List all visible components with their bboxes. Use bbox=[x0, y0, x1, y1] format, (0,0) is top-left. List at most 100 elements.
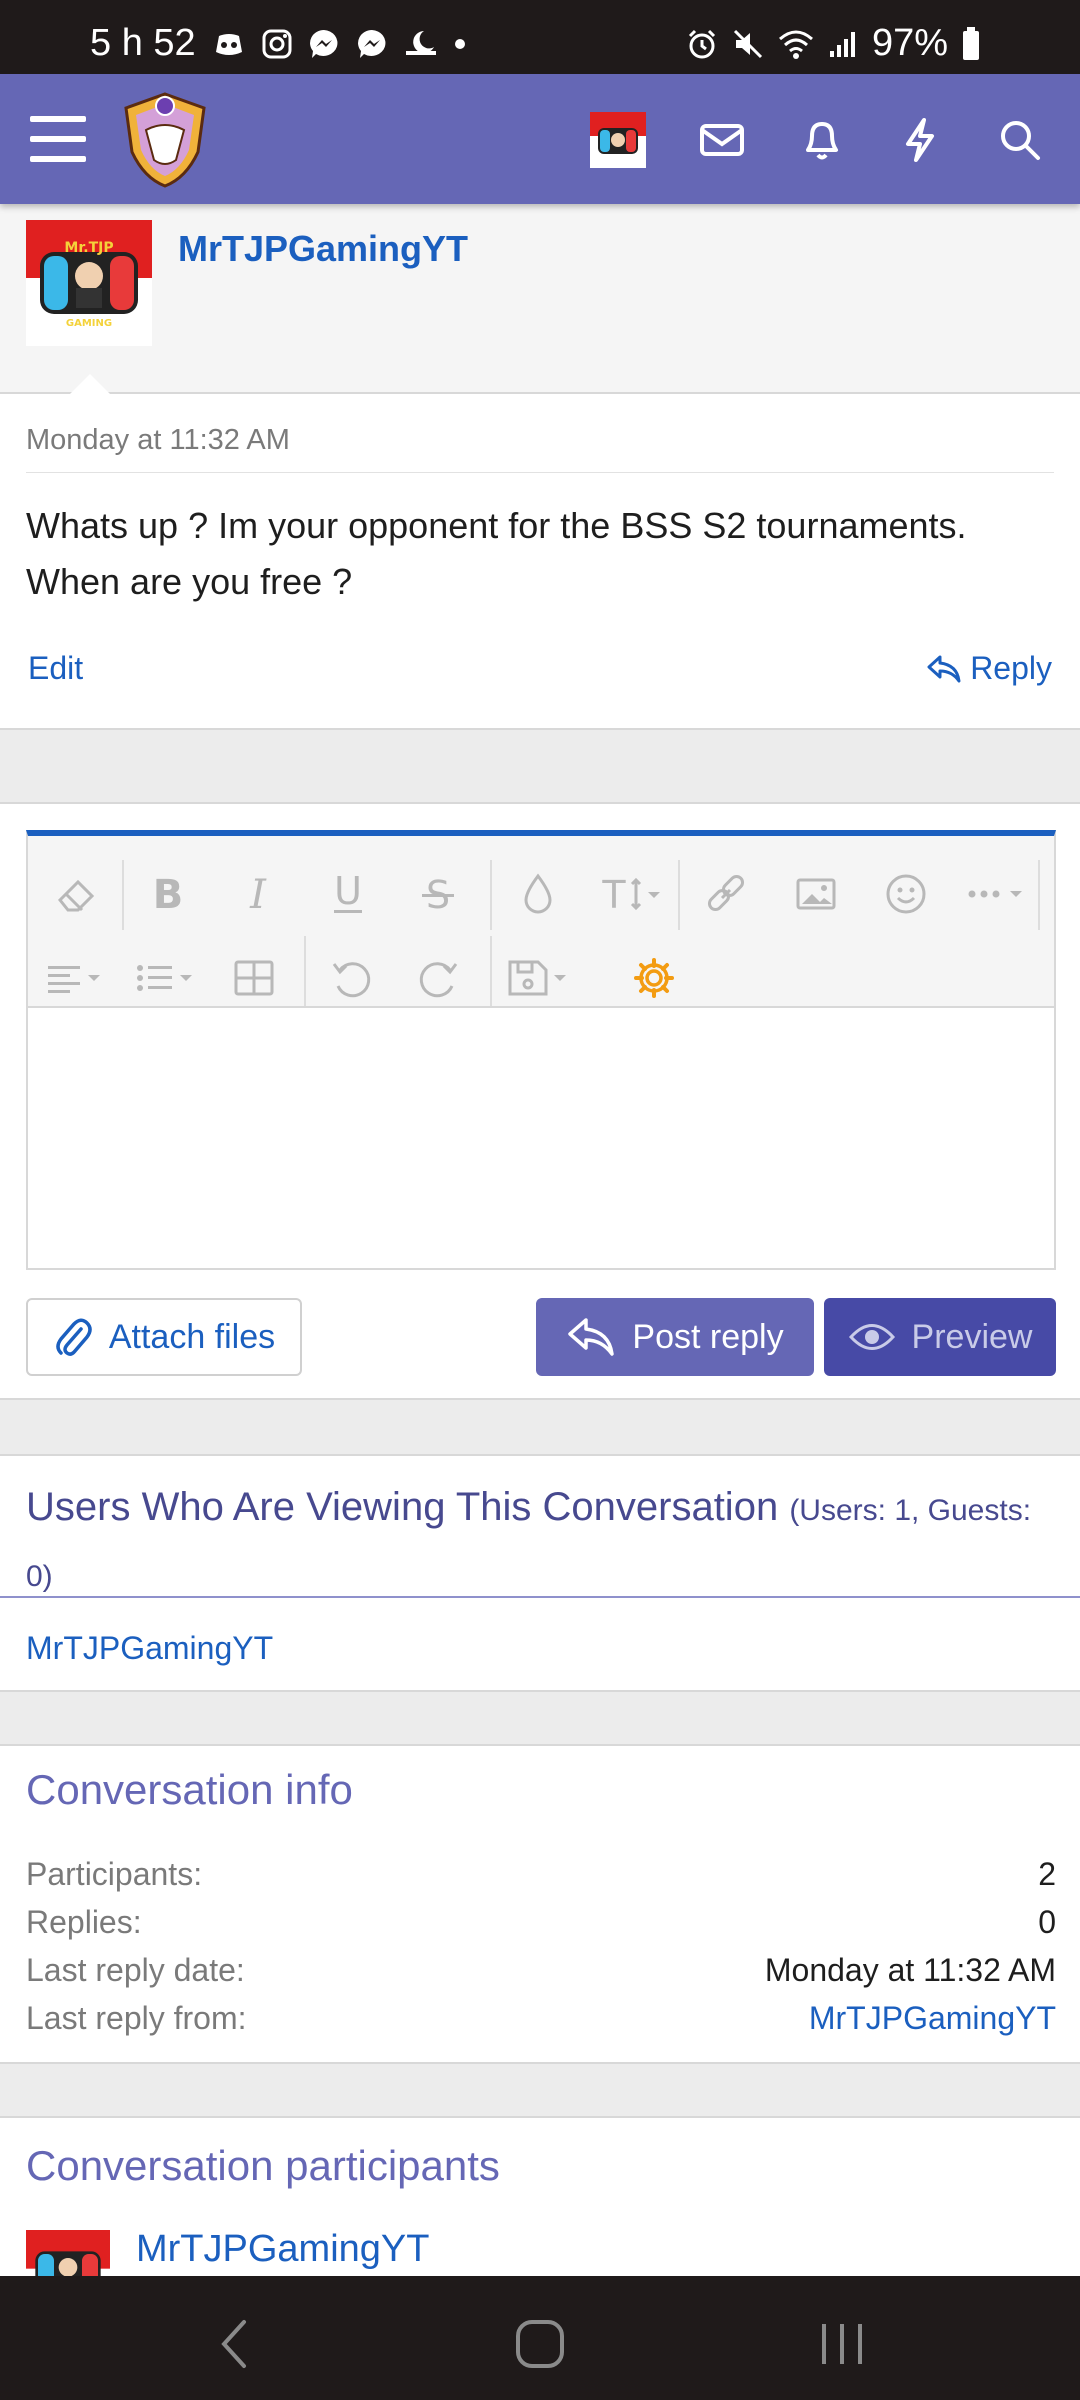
alarm-icon bbox=[688, 29, 715, 58]
text-size-icon[interactable]: T bbox=[592, 866, 672, 922]
mute-icon bbox=[733, 29, 762, 58]
divider bbox=[0, 1596, 1080, 1598]
info-key: Replies: bbox=[26, 1904, 142, 1940]
bolt-icon[interactable] bbox=[892, 112, 948, 168]
link-icon[interactable] bbox=[698, 866, 754, 922]
users-viewing-title: Users Who Are Viewing This Conversation … bbox=[26, 1476, 1056, 1608]
post-reply-button[interactable]: Post reply bbox=[536, 1298, 814, 1376]
last-reply-user-link[interactable]: MrTJPGamingYT bbox=[809, 2000, 1056, 2037]
info-value: 2 bbox=[1038, 1856, 1056, 1892]
info-key: Last reply from: bbox=[26, 2000, 247, 2036]
signal-icon bbox=[829, 31, 855, 57]
toolbar-separator bbox=[490, 860, 492, 930]
home-icon[interactable] bbox=[510, 2314, 570, 2374]
image-icon[interactable] bbox=[788, 866, 844, 922]
redo-icon[interactable] bbox=[412, 950, 468, 1006]
info-value: 0 bbox=[1038, 1904, 1056, 1940]
svg-text:Mr.TJP: Mr.TJP bbox=[64, 240, 113, 256]
underline-icon[interactable]: U bbox=[320, 866, 376, 922]
italic-icon[interactable]: I bbox=[230, 866, 286, 922]
app-header bbox=[0, 74, 1080, 204]
strikethrough-icon[interactable]: S bbox=[410, 866, 466, 922]
info-key: Participants: bbox=[26, 1856, 203, 1892]
color-drop-icon[interactable] bbox=[510, 866, 566, 922]
search-icon[interactable] bbox=[992, 112, 1048, 168]
menu-icon[interactable] bbox=[28, 112, 88, 166]
edit-link[interactable]: Edit bbox=[28, 650, 83, 687]
night-mode-icon bbox=[405, 30, 436, 55]
svg-text:GAMING: GAMING bbox=[66, 318, 112, 329]
status-time: 5 h 52 bbox=[90, 22, 196, 64]
toolbar-separator bbox=[490, 936, 492, 1006]
message-arrow bbox=[70, 374, 110, 394]
svg-text:U: U bbox=[334, 870, 362, 913]
save-draft-icon[interactable] bbox=[504, 950, 584, 1006]
forum-logo[interactable] bbox=[120, 90, 210, 190]
list-icon[interactable] bbox=[132, 950, 212, 1006]
info-key: Last reply date: bbox=[26, 1952, 245, 1988]
message-header: Mr.TJP GAMING MrTJPGamingYT bbox=[0, 204, 1080, 394]
gear-icon[interactable] bbox=[626, 950, 682, 1006]
toolbar-separator bbox=[304, 936, 306, 1006]
back-icon[interactable] bbox=[206, 2314, 266, 2374]
reply-icon bbox=[927, 655, 961, 682]
info-row-last-reply-date: Last reply date: Monday at 11:32 AM bbox=[26, 1952, 1056, 1998]
preview-label: Preview bbox=[911, 1317, 1033, 1356]
attach-files-label: Attach files bbox=[108, 1317, 276, 1356]
participant-name-link[interactable]: MrTJPGamingYT bbox=[136, 2228, 429, 2271]
align-icon[interactable] bbox=[42, 950, 122, 1006]
svg-text:I: I bbox=[249, 872, 267, 918]
users-viewing-heading: Users Who Are Viewing This Conversation bbox=[26, 1485, 779, 1529]
message-text: Whats up ? Im your opponent for the BSS … bbox=[26, 505, 967, 602]
viewing-user-link[interactable]: MrTJPGamingYT bbox=[26, 1630, 273, 1667]
toolbar-separator bbox=[678, 860, 680, 930]
paperclip-icon bbox=[56, 1318, 92, 1356]
user-avatar[interactable] bbox=[590, 112, 646, 168]
undo-icon[interactable] bbox=[322, 950, 378, 1006]
conversation-info-title: Conversation info bbox=[26, 1766, 353, 1813]
toolbar-separator bbox=[1038, 860, 1040, 930]
wifi-icon bbox=[778, 30, 813, 59]
users-viewing-section: Users Who Are Viewing This Conversation … bbox=[0, 1454, 1080, 1692]
status-bar: 5 h 52 97% bbox=[0, 0, 1080, 74]
toolbar-separator bbox=[122, 860, 124, 930]
preview-button[interactable]: Preview bbox=[824, 1298, 1056, 1376]
reply-label: Reply bbox=[970, 650, 1052, 686]
battery-percent: 97% bbox=[871, 22, 948, 64]
author-avatar[interactable]: Mr.TJP GAMING bbox=[26, 220, 152, 346]
bell-icon[interactable] bbox=[794, 112, 850, 168]
post-reply-label: Post reply bbox=[632, 1317, 784, 1356]
info-row-last-reply-from: Last reply from: MrTJPGamingYT bbox=[26, 2000, 1056, 2046]
attach-files-button[interactable]: Attach files bbox=[26, 1298, 302, 1376]
more-icon[interactable] bbox=[960, 866, 1040, 922]
message-body: Monday at 11:32 AM Whats up ? Im your op… bbox=[0, 394, 1080, 730]
system-nav-bar bbox=[0, 2276, 1080, 2400]
recents-icon[interactable] bbox=[812, 2314, 872, 2374]
message-textarea[interactable] bbox=[28, 1008, 1054, 1270]
info-row-participants: Participants: 2 bbox=[26, 1856, 1056, 1902]
participant-avatar[interactable] bbox=[26, 2230, 110, 2278]
svg-text:B: B bbox=[153, 872, 184, 918]
info-value: Monday at 11:32 AM bbox=[764, 1952, 1056, 1988]
eraser-icon[interactable] bbox=[48, 866, 104, 922]
conversation-participants-section: Conversation participants MrTJPGamingYT bbox=[0, 2116, 1080, 2278]
editor-toolbar: B I U S T bbox=[28, 836, 1054, 1008]
battery-icon bbox=[963, 26, 979, 60]
info-row-replies: Replies: 0 bbox=[26, 1904, 1056, 1950]
author-name[interactable]: MrTJPGamingYT bbox=[178, 228, 468, 270]
eye-icon bbox=[848, 1324, 895, 1350]
message-date: Monday at 11:32 AM bbox=[26, 424, 290, 456]
conversation-participants-title: Conversation participants bbox=[26, 2142, 500, 2189]
table-icon[interactable] bbox=[226, 950, 282, 1006]
dot-icon bbox=[454, 38, 465, 49]
instagram-icon bbox=[262, 29, 292, 58]
messenger-icon-2 bbox=[357, 29, 386, 58]
discord-icon bbox=[215, 33, 242, 55]
conversation-info-section: Conversation info Participants: 2 Replie… bbox=[0, 1744, 1080, 2064]
smiley-icon[interactable] bbox=[878, 866, 934, 922]
reply-link[interactable]: Reply bbox=[926, 650, 1052, 687]
messenger-icon bbox=[309, 29, 338, 58]
mail-icon[interactable] bbox=[694, 112, 750, 168]
bold-icon[interactable]: B bbox=[140, 866, 196, 922]
reply-editor-section: B I U S T Attach files Post reply Previe… bbox=[0, 802, 1080, 1400]
